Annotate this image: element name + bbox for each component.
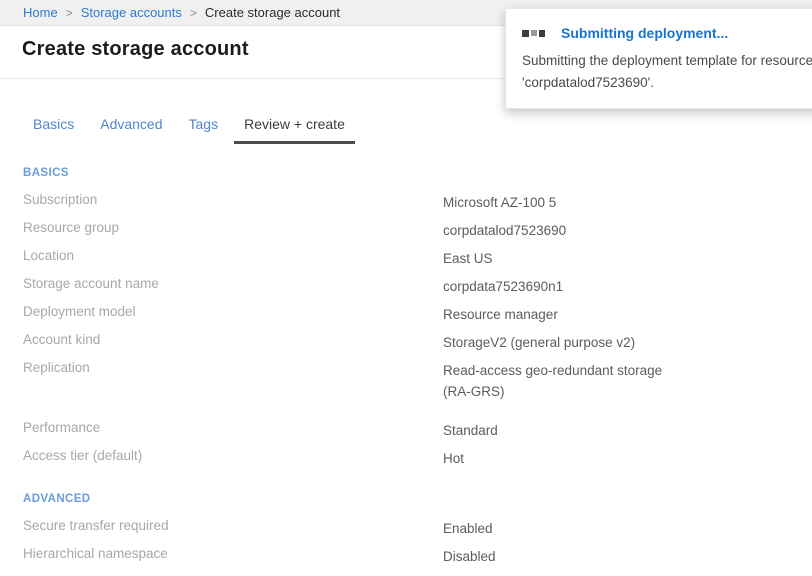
deployment-blocks-icon: [522, 30, 545, 37]
review-summary: BASICS Subscription Microsoft AZ-100 5 R…: [23, 167, 812, 568]
field-value: Enabled: [443, 518, 493, 539]
field-row-deployment-model: Deployment model Resource manager: [23, 298, 812, 326]
field-label: Hierarchical namespace: [23, 546, 443, 561]
field-value: Hot: [443, 448, 464, 469]
field-label: Subscription: [23, 192, 443, 207]
field-value: StorageV2 (general purpose v2): [443, 332, 635, 353]
field-value: Standard: [443, 420, 498, 441]
tab-bar: Basics Advanced Tags Review + create: [0, 116, 812, 144]
notification-toast[interactable]: Submitting deployment... Submitting the …: [505, 8, 812, 109]
field-label: Access tier (default): [23, 448, 443, 463]
field-label: Resource group: [23, 220, 443, 235]
field-row-performance: Performance Standard: [23, 414, 812, 442]
field-row-secure-transfer: Secure transfer required Enabled: [23, 512, 812, 540]
breadcrumb-link-storage-accounts[interactable]: Storage accounts: [81, 5, 182, 20]
notification-header: Submitting deployment...: [522, 25, 812, 41]
breadcrumb-separator: >: [66, 6, 73, 20]
tab-basics[interactable]: Basics: [33, 116, 74, 144]
field-value: corpdatalod7523690: [443, 220, 566, 241]
breadcrumb-current-page: Create storage account: [205, 5, 340, 20]
field-row-subscription: Subscription Microsoft AZ-100 5: [23, 186, 812, 214]
tab-tags[interactable]: Tags: [189, 116, 219, 144]
field-row-account-kind: Account kind StorageV2 (general purpose …: [23, 326, 812, 354]
field-row-resource-group: Resource group corpdatalod7523690: [23, 214, 812, 242]
field-row-location: Location East US: [23, 242, 812, 270]
field-label: Storage account name: [23, 276, 443, 291]
field-label: Performance: [23, 420, 443, 435]
field-value: East US: [443, 248, 493, 269]
field-value: Microsoft AZ-100 5: [443, 192, 556, 213]
field-row-access-tier: Access tier (default) Hot: [23, 442, 812, 470]
field-row-storage-account-name: Storage account name corpdata7523690n1: [23, 270, 812, 298]
tab-advanced[interactable]: Advanced: [100, 116, 162, 144]
field-value: Resource manager: [443, 304, 558, 325]
section-header-basics: BASICS: [23, 167, 812, 179]
breadcrumb-separator: >: [190, 6, 197, 20]
field-value: Read-access geo-redundant storage (RA-GR…: [443, 360, 693, 402]
field-label: Location: [23, 248, 443, 263]
breadcrumb-link-home[interactable]: Home: [23, 5, 58, 20]
field-label: Replication: [23, 360, 443, 375]
field-row-replication: Replication Read-access geo-redundant st…: [23, 354, 812, 414]
field-label: Account kind: [23, 332, 443, 347]
notification-title-link[interactable]: Submitting deployment...: [561, 25, 728, 41]
tab-review-create[interactable]: Review + create: [234, 116, 355, 144]
field-label: Secure transfer required: [23, 518, 443, 533]
field-row-hierarchical-namespace: Hierarchical namespace Disabled: [23, 540, 812, 568]
field-value: corpdata7523690n1: [443, 276, 563, 297]
section-header-advanced: ADVANCED: [23, 493, 812, 505]
field-label: Deployment model: [23, 304, 443, 319]
notification-message: Submitting the deployment template for r…: [522, 50, 812, 94]
field-value: Disabled: [443, 546, 496, 567]
